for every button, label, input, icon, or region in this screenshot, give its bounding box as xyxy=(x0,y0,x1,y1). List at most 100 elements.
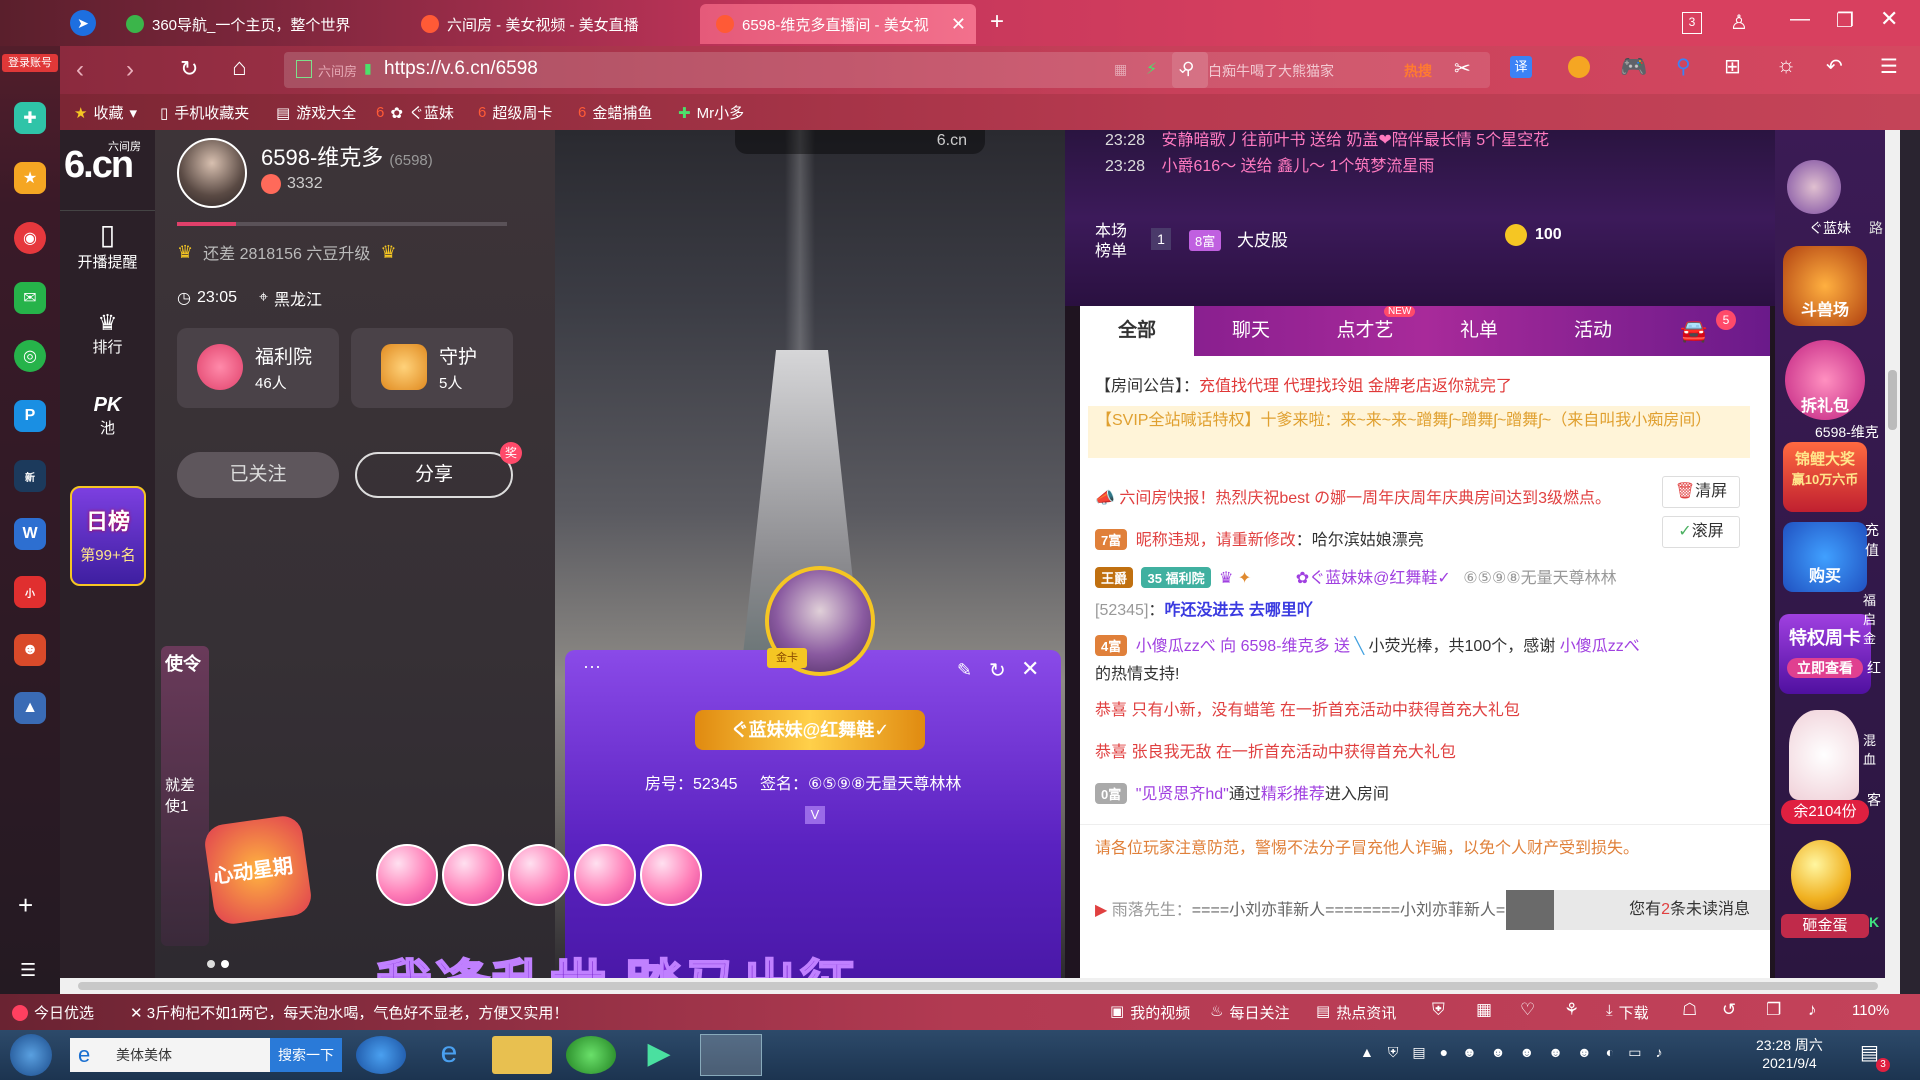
bookmark-lanmei[interactable]: 6 ✿ ぐ蓝妹 xyxy=(376,102,454,123)
reaction-ball-icon[interactable] xyxy=(376,844,438,906)
file-explorer-icon[interactable] xyxy=(492,1036,552,1074)
rank-user[interactable]: 大皮股 xyxy=(1237,226,1288,251)
reaction-ball-icon[interactable] xyxy=(442,844,504,906)
anchor-avatar[interactable] xyxy=(177,138,247,208)
gift-pack-promo[interactable]: 拆礼包 xyxy=(1785,340,1865,420)
qq-icon[interactable]: ☻ xyxy=(1577,1044,1592,1061)
view-now-button[interactable]: 立即查看 xyxy=(1787,658,1863,678)
tab-6cn[interactable]: 六间房 - 美女视频 - 美女直播 xyxy=(405,4,695,44)
magic-wand-icon[interactable]: ✎ xyxy=(957,660,972,681)
active-window-thumb[interactable] xyxy=(700,1034,762,1076)
nick-warning-user[interactable]: ：哈尔滨姑娘漂亮 xyxy=(1296,532,1424,549)
url-text[interactable]: https://v.6.cn/6598 xyxy=(384,58,538,80)
taskbar-search-button[interactable]: 搜索一下 xyxy=(270,1038,342,1072)
apps-grid-icon[interactable]: ⊞ xyxy=(1724,54,1741,79)
golden-egg-icon[interactable] xyxy=(1791,840,1851,910)
my-video[interactable]: ▣ 我的视频 xyxy=(1110,1002,1190,1023)
qr-icon[interactable]: ▦ xyxy=(1114,61,1127,78)
360-browser-icon[interactable] xyxy=(566,1036,616,1074)
tab-all[interactable]: 全部 xyxy=(1080,306,1194,356)
qq-icon[interactable]: ☻ xyxy=(1548,1044,1563,1061)
clock[interactable]: 23:28 周六 2021/9/4 xyxy=(1756,1036,1823,1072)
carousel-dots[interactable] xyxy=(207,960,229,968)
heart-star-widget[interactable]: 心动星期 xyxy=(202,813,314,927)
buy-promo[interactable]: 购买 xyxy=(1783,522,1867,592)
today-picks[interactable]: 今日优选 xyxy=(12,1002,94,1023)
back-icon[interactable]: ‹ xyxy=(76,56,84,84)
scissors-icon[interactable]: ✂ xyxy=(1454,56,1471,81)
vertical-scrollbar[interactable] xyxy=(1885,130,1900,978)
close-tab-icon[interactable]: ✕ xyxy=(951,14,966,35)
game-app-2-icon[interactable]: ▲ xyxy=(14,692,46,724)
favorites-star-icon[interactable]: ★ xyxy=(14,162,46,194)
taskbar-search-input[interactable]: e 美体美体 xyxy=(70,1038,270,1072)
horizontal-scrollbar[interactable] xyxy=(60,978,1900,994)
volume-icon[interactable]: ♪ xyxy=(1655,1044,1662,1061)
ranking-nav[interactable]: ♛ 排行 xyxy=(60,310,155,357)
reaction-ball-icon[interactable] xyxy=(640,844,702,906)
welfare-card[interactable]: 福利院 46人 xyxy=(177,328,339,408)
pdf-app-icon[interactable]: P xyxy=(14,400,46,432)
shield-icon[interactable]: ⛨ xyxy=(1432,1000,1445,1020)
gift-thanks-user[interactable]: 小傻瓜zzべ xyxy=(1560,638,1640,655)
news-app-icon[interactable]: 新 xyxy=(14,460,46,492)
tab-giftlist[interactable]: 礼单 xyxy=(1422,306,1536,356)
search-input[interactable]: 白痴牛喝了大熊猫家 xyxy=(1208,61,1334,81)
clear-screen-button[interactable]: 🗑清屏 xyxy=(1662,476,1740,508)
zoom-level[interactable]: 110% xyxy=(1852,1002,1889,1019)
hot-news[interactable]: ▤ 热点资讯 xyxy=(1316,1002,1396,1023)
follow-button[interactable]: 已关注 xyxy=(177,452,339,498)
coin-icon[interactable] xyxy=(1568,56,1590,78)
k-app-icon[interactable] xyxy=(356,1036,406,1074)
tab-room-6598[interactable]: 6598-维克多直播间 - 美女视 ✕ xyxy=(700,4,976,44)
video-player-icon[interactable]: ▶ xyxy=(634,1036,684,1074)
refresh-icon[interactable]: ↻ xyxy=(989,658,1006,683)
auto-scroll-button[interactable]: ✓滚屏 xyxy=(1662,516,1740,548)
tab-chat[interactable]: 聊天 xyxy=(1194,306,1308,356)
bookmark-mrxiaoduo[interactable]: ✚ Mr小多 xyxy=(678,102,744,123)
site-logo[interactable]: 六间房 6.cn xyxy=(64,138,152,186)
more-options-icon[interactable]: ··· xyxy=(583,656,601,677)
beast-arena-promo[interactable]: 斗兽场 xyxy=(1783,246,1867,326)
brightness-icon[interactable]: ☼ xyxy=(1776,52,1796,78)
unread-messages[interactable]: 您有2条未读消息 xyxy=(1506,890,1770,930)
game-app-icon[interactable]: ☻ xyxy=(14,634,46,666)
tray-expand-icon[interactable]: ▲ xyxy=(1360,1044,1374,1061)
qq-icon[interactable]: ☻ xyxy=(1520,1044,1535,1061)
pk-pool-nav[interactable]: PK 池 xyxy=(60,394,155,438)
tray-app-icon[interactable]: ◐ xyxy=(1606,1044,1614,1061)
reaction-ball-icon[interactable] xyxy=(508,844,570,906)
carousel-dot[interactable] xyxy=(221,960,229,968)
tray-app-icon[interactable]: ● xyxy=(1440,1044,1448,1061)
car-icon[interactable]: 🚘 xyxy=(1680,318,1707,344)
restore-icon[interactable]: ❐ xyxy=(1836,8,1854,33)
mail-icon[interactable]: ✉ xyxy=(14,282,46,314)
network-icon[interactable]: ▭ xyxy=(1628,1044,1641,1061)
koi-prize-promo[interactable]: 锦鲤大奖 赢10万六币 xyxy=(1783,442,1867,512)
enter-link[interactable]: 精彩推荐 xyxy=(1261,786,1325,803)
tab-count-badge[interactable]: 3 xyxy=(1682,12,1702,34)
qq-icon[interactable]: ☻ xyxy=(1491,1044,1506,1061)
redbook-icon[interactable]: 小 xyxy=(14,576,46,608)
guard-card[interactable]: 守护 5人 xyxy=(351,328,513,408)
go-live-reminder[interactable]: ▯ 开播提醒 xyxy=(60,218,155,272)
shirt-skin-icon[interactable]: ♙ xyxy=(1730,10,1748,35)
forward-icon[interactable]: › xyxy=(126,56,134,84)
minimize-icon[interactable]: — xyxy=(1790,8,1810,31)
news-ticker[interactable]: ✕ 3斤枸杞不如1两它，每天泡水喝，气色好不显老，方便又实用！ xyxy=(130,1002,568,1023)
lucky-cat-icon[interactable] xyxy=(1789,710,1859,800)
scrollbar-thumb[interactable] xyxy=(78,982,1878,990)
weibo-icon[interactable]: ◉ xyxy=(14,222,46,254)
start-button-icon[interactable] xyxy=(10,1034,52,1076)
volume-icon[interactable]: ♪ xyxy=(1808,1000,1817,1020)
rank-label[interactable]: 本场榜单 xyxy=(1095,222,1135,262)
speed-icon[interactable]: ⚘ xyxy=(1564,1000,1579,1020)
bookmark-games[interactable]: ▤ 游戏大全 xyxy=(276,102,356,123)
add-icon[interactable]: + xyxy=(18,890,33,921)
security-shield-icon[interactable]: ⛨ xyxy=(1388,1044,1399,1061)
close-popup-icon[interactable]: ✕ xyxy=(1021,656,1039,682)
enter-user[interactable]: "见贤思齐hd" xyxy=(1136,786,1229,803)
gamepad-icon[interactable]: 🎮 xyxy=(1620,54,1647,80)
window-icon[interactable]: ❐ xyxy=(1766,1000,1781,1020)
login-button[interactable]: 登录账号 xyxy=(2,54,58,72)
